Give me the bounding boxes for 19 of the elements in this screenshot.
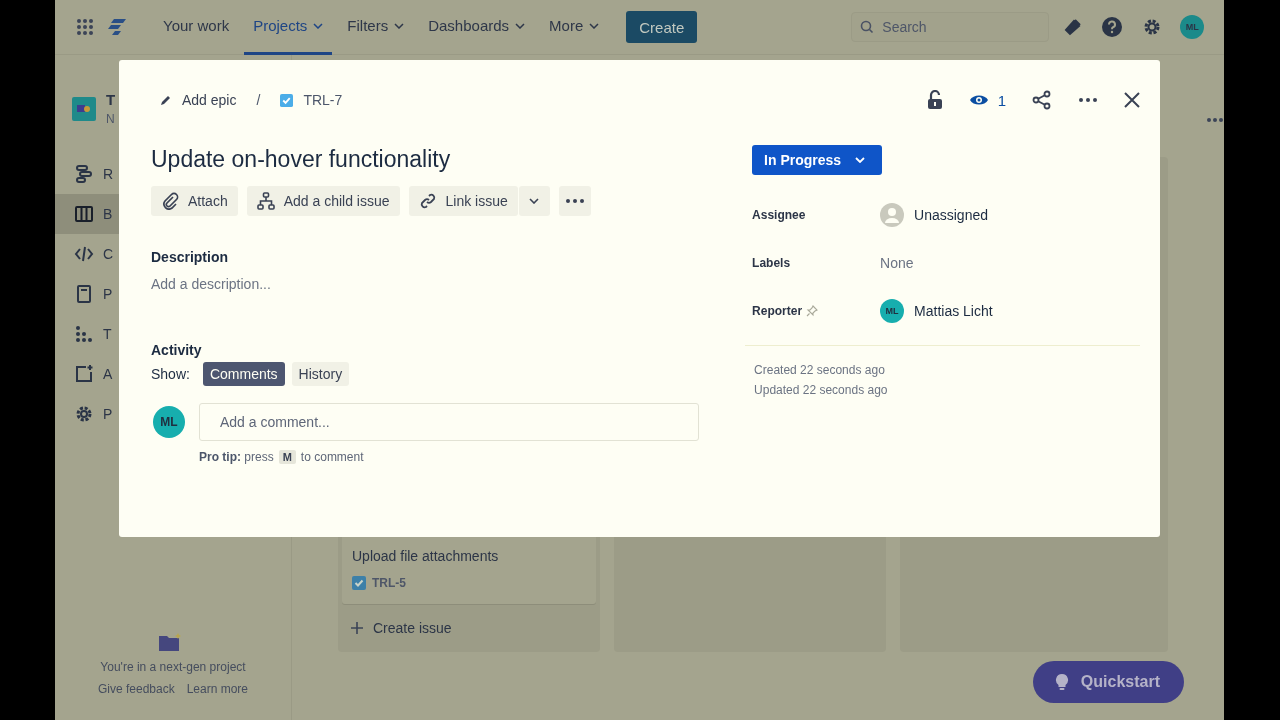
field-label: Labels — [752, 256, 791, 270]
project-type: N — [106, 112, 116, 126]
breadcrumb-separator: / — [256, 92, 261, 108]
card-title: Upload file attachments — [352, 548, 500, 564]
user-avatar: ML — [153, 406, 185, 438]
updated-time: Updated 22 seconds ago — [754, 383, 889, 397]
issue-key: TRL-5 — [372, 576, 406, 590]
description-label: Description — [151, 249, 229, 265]
project-note: You're in a next-gen project — [100, 660, 246, 674]
shortcut-key: M — [278, 450, 296, 464]
activity-label: Activity — [151, 342, 203, 358]
field-label: Assignee — [752, 208, 806, 222]
field-label: Reporter — [752, 304, 803, 318]
pro-tip-text: to comment — [300, 450, 364, 464]
user-avatar: ML — [880, 299, 905, 323]
project-name: T — [106, 91, 116, 108]
show-label: Show: — [151, 366, 190, 382]
pro-tip-text: Pro tip: press — [199, 450, 274, 464]
created-time: Created 22 seconds ago — [754, 363, 886, 377]
